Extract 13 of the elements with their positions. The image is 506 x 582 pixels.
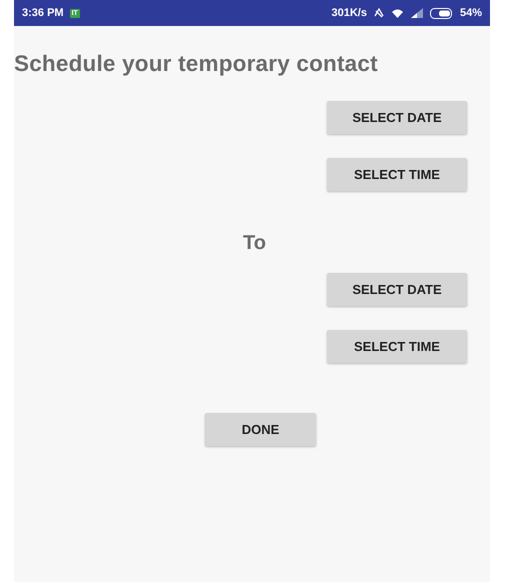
select-button[interactable]: SELECT TIME — [327, 330, 467, 363]
signal-icon — [410, 8, 424, 18]
screen-title: Schedule your temporary contact — [14, 51, 379, 77]
network-speed: 301K/s — [331, 7, 367, 19]
clock-time: 3:36 PM — [22, 7, 64, 19]
battery-percentage: 54% — [460, 7, 482, 19]
battery-icon — [430, 8, 454, 18]
done-button[interactable]: DONE — [205, 413, 316, 446]
select-button[interactable]: SELECT DATE — [327, 101, 467, 134]
select-button[interactable]: SELECT DATE — [327, 273, 467, 306]
wifi-icon — [390, 8, 404, 18]
select-button[interactable]: SELECT TIME — [327, 158, 467, 191]
to-label: To — [243, 232, 267, 255]
